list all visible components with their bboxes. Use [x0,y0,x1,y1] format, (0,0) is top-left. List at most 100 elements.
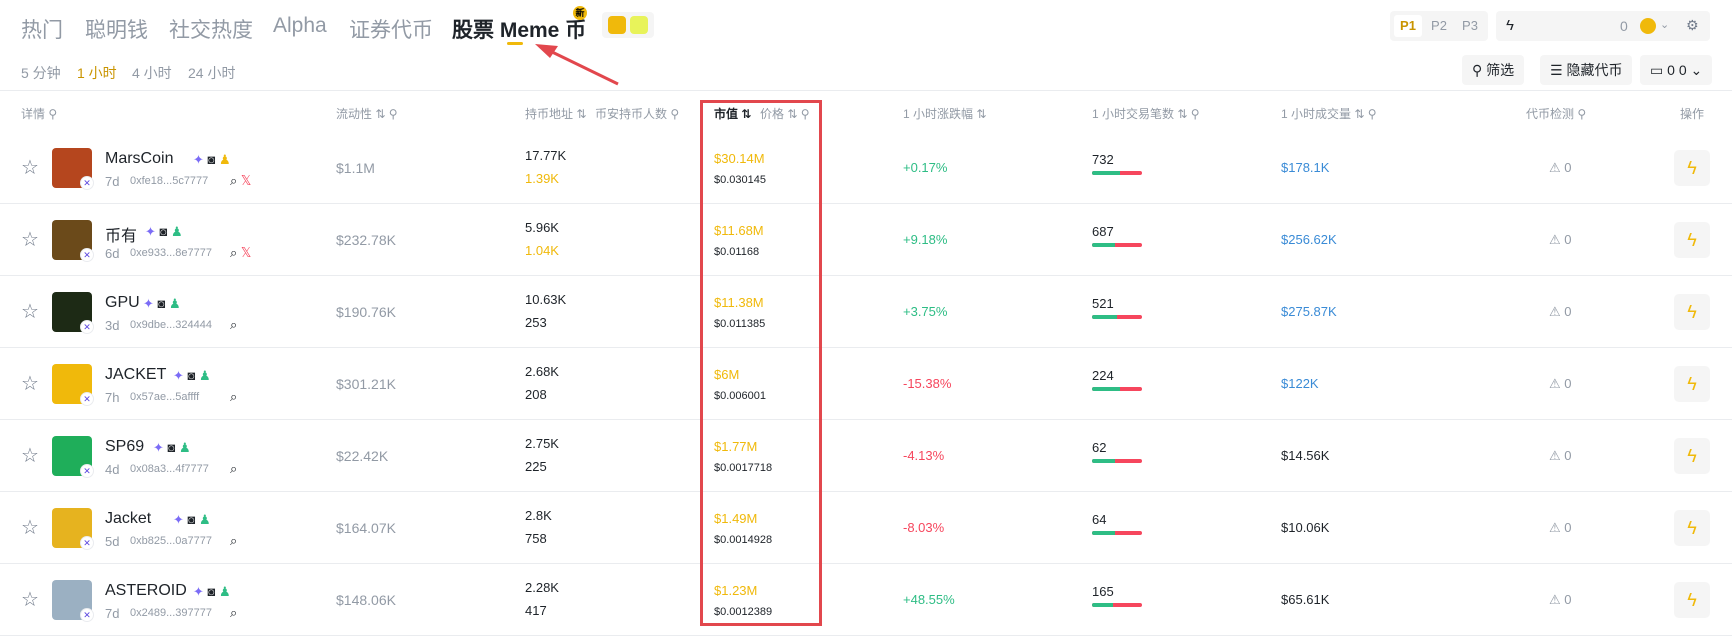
token-name[interactable]: 币有 [105,222,137,246]
favorite-star-icon[interactable]: ☆ [21,227,39,252]
liquidity-value: $148.06K [336,592,396,608]
search-icon[interactable]: ⌕ [230,173,237,188]
quick-buy-button[interactable]: ϟ [1674,150,1710,186]
contract-address[interactable]: 0xfe18...5c7777 [130,175,208,187]
col-check[interactable]: 代币检测 ⚲ [1526,105,1586,122]
table-header: 详情 ⚲ 流动性 ⇅ ⚲ 持币地址 ⇅ 币安持币人数 ⚲ 市值 ⇅ 价格 ⇅ ⚲… [0,90,1732,132]
x-twitter-icon[interactable]: 𝕏 [241,173,251,188]
table-row[interactable]: ☆ ✕ JACKET ✦ ◙ ♟ 7h 0x57ae...5affff ⌕ $3… [0,348,1732,420]
table-row[interactable]: ☆ ✕ 币有 ✦ ◙ ♟ 6d 0xe933...8e7777 ⌕ 𝕏 $232… [0,204,1732,276]
timeframe-1h[interactable]: 1 小时 [77,63,117,83]
contract-address[interactable]: 0xe933...8e7777 [130,247,212,259]
chain-x-icon: ✕ [80,464,94,478]
token-name[interactable]: ASTEROID [105,582,187,600]
quick-buy-button[interactable]: ϟ [1674,438,1710,474]
tab-smart-money[interactable]: 聪明钱 [85,14,148,44]
quick-buy-button[interactable]: ϟ [1674,222,1710,258]
preset-p3[interactable]: P3 [1456,15,1484,37]
chevron-down-icon[interactable]: ⌄ [1660,18,1669,31]
favorite-star-icon[interactable]: ☆ [21,587,39,612]
table-row[interactable]: ☆ ✕ ASTEROID ✦ ◙ ♟ 7d 0x2489...397777 ⌕ … [0,564,1732,636]
favorite-star-icon[interactable]: ☆ [21,443,39,468]
risk-check[interactable]: ⚠ 0 [1549,160,1572,176]
search-icon[interactable]: ⌕ [230,389,237,404]
tab-social[interactable]: 社交热度 [169,14,253,44]
quick-buy-button[interactable]: ϟ [1674,294,1710,330]
liquidity-value: $22.42K [336,448,389,464]
contract-address[interactable]: 0xb825...0a7777 [130,535,212,547]
token-name[interactable]: SP69 [105,438,144,456]
pencil-icon[interactable] [630,16,648,34]
quick-buy-button[interactable]: ϟ [1674,510,1710,546]
contract-address[interactable]: 0x08a3...4f7777 [130,463,209,475]
risk-check[interactable]: ⚠ 0 [1549,520,1572,536]
col-change[interactable]: 1 小时涨跌幅 ⇅ [903,105,986,122]
contract-address[interactable]: 0x9dbe...324444 [130,319,212,331]
col-bn-holders[interactable]: 币安持币人数 ⚲ [595,105,679,122]
chain-x-icon: ✕ [80,176,94,190]
table-row[interactable]: ☆ ✕ Jacket ✦ ◙ ♟ 5d 0xb825...0a7777 ⌕ $1… [0,492,1732,564]
token-name[interactable]: GPU [105,294,140,312]
search-icon[interactable]: ⌕ [230,533,237,548]
sliders-icon[interactable]: ⚙ [1686,17,1699,34]
token-name[interactable]: JACKET [105,366,166,384]
hide-tokens-button[interactable]: ☰ 隐藏代币 [1540,55,1633,85]
search-icon[interactable]: ⌕ [230,461,237,476]
favorite-star-icon[interactable]: ☆ [21,515,39,540]
tab-hot[interactable]: 热门 [21,14,63,44]
risk-check[interactable]: ⚠ 0 [1549,448,1572,464]
col-volume[interactable]: 1 小时成交量 ⇅ ⚲ [1281,105,1377,122]
buy-sell-ratio-bar [1092,315,1142,319]
col-txns[interactable]: 1 小时交易笔数 ⇅ ⚲ [1092,105,1200,122]
timeframe-4h[interactable]: 4 小时 [132,63,172,83]
holders-value: 2.75K [525,436,559,451]
warning-icon: ⚠ [1549,160,1561,175]
risk-check[interactable]: ⚠ 0 [1549,592,1572,608]
tab-stock-tokens[interactable]: 证券代币 [349,14,433,44]
tab-alpha[interactable]: Alpha [273,14,327,38]
bnb-chain-icon[interactable] [608,16,626,34]
token-name[interactable]: MarsCoin [105,150,173,168]
risk-check[interactable]: ⚠ 0 [1549,304,1572,320]
volume-value: $275.87K [1281,304,1337,319]
x-twitter-icon[interactable]: 𝕏 [241,245,251,260]
filter-button[interactable]: ⚲ 筛选 [1462,55,1525,85]
price-change-value: -15.38% [903,376,952,391]
timeframe-5m[interactable]: 5 分钟 [21,63,61,83]
tab-stock-meme[interactable]: 股票 Meme 币 [452,14,586,44]
token-name[interactable]: Jacket [105,510,151,528]
quick-buy-box[interactable]: ϟ 0 ⌄ ⚙ [1496,11,1710,41]
volume-value: $122K [1281,376,1319,391]
column-setting-button[interactable]: ▭ 0 0 ⌄ [1640,55,1713,85]
favorite-star-icon[interactable]: ☆ [21,299,39,324]
preset-p1[interactable]: P1 [1394,15,1422,37]
col-liquidity[interactable]: 流动性 ⇅ ⚲ [336,105,398,122]
buy-sell-ratio-bar [1092,171,1142,175]
favorite-star-icon[interactable]: ☆ [21,155,39,180]
risk-check[interactable]: ⚠ 0 [1549,376,1572,392]
chain-chip-group[interactable] [602,12,654,38]
quick-buy-amount[interactable]: 0 [1620,18,1628,34]
sparkle-icon: ✦ [145,224,156,239]
table-row[interactable]: ☆ ✕ MarsCoin ✦ ◙ ♟ 7d 0xfe18...5c7777 ⌕ … [0,132,1732,204]
table-row[interactable]: ☆ ✕ SP69 ✦ ◙ ♟ 4d 0x08a3...4f7777 ⌕ $22.… [0,420,1732,492]
col-holders[interactable]: 持币地址 ⇅ [525,105,586,122]
col-action: 操作 [1680,107,1705,121]
timeframe-24h[interactable]: 24 小时 [188,63,235,83]
warning-icon: ⚠ [1549,376,1561,391]
search-icon[interactable]: ⌕ [230,605,237,620]
quick-buy-button[interactable]: ϟ [1674,582,1710,618]
shield-icon: ◙ [187,512,196,527]
contract-address[interactable]: 0x57ae...5affff [130,391,199,403]
sparkle-icon: ✦ [143,296,154,311]
col-detail[interactable]: 详情 ⚲ [21,105,57,122]
quick-buy-button[interactable]: ϟ [1674,366,1710,402]
table-row[interactable]: ☆ ✕ GPU ✦ ◙ ♟ 3d 0x9dbe...324444 ⌕ $190.… [0,276,1732,348]
favorite-star-icon[interactable]: ☆ [21,371,39,396]
search-icon[interactable]: ⌕ [230,317,237,332]
shield-icon: ◙ [207,152,216,167]
contract-address[interactable]: 0x2489...397777 [130,607,212,619]
preset-p2[interactable]: P2 [1425,15,1453,37]
search-icon[interactable]: ⌕ [230,245,237,260]
risk-check[interactable]: ⚠ 0 [1549,232,1572,248]
